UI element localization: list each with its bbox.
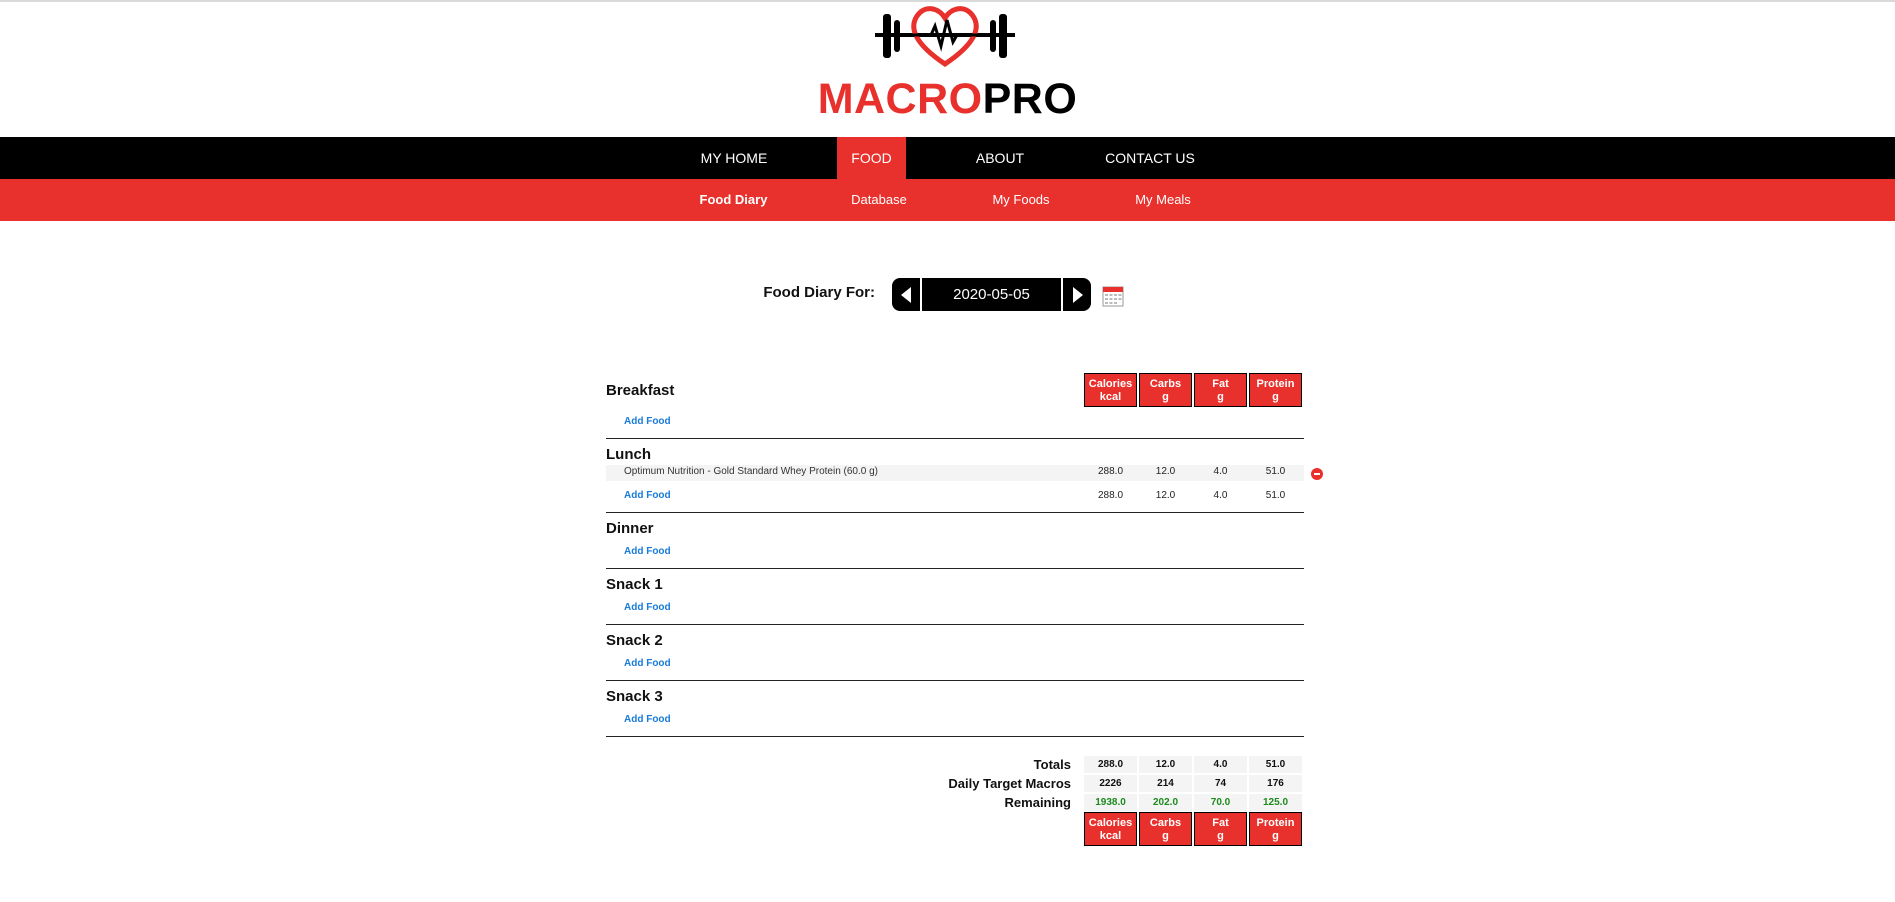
meal-title-lunch: Lunch: [606, 446, 651, 463]
diary-date-field[interactable]: 2020-05-05: [922, 278, 1061, 311]
nav-about[interactable]: ABOUT: [960, 137, 1040, 179]
lunch-subtotal-carbs: 12.0: [1155, 490, 1176, 501]
remaining-carbs: 202.0: [1139, 794, 1192, 811]
meal-divider: [606, 680, 1304, 681]
footer-column-fat: Fat g: [1194, 812, 1247, 846]
totals-fat: 4.0: [1194, 756, 1247, 773]
sub-nav: Food Diary Database My Foods My Meals: [0, 179, 1895, 221]
lunch-subtotal-fat: 4.0: [1213, 490, 1228, 501]
add-food-snack-2[interactable]: Add Food: [624, 658, 671, 669]
food-entry-protein: 51.0: [1265, 466, 1286, 477]
remaining-label: Remaining: [1004, 795, 1071, 810]
footer-column-protein: Protein g: [1249, 812, 1302, 846]
brand-name[interactable]: MACROPRO: [0, 74, 1895, 124]
nav-contact-us[interactable]: CONTACT US: [1100, 137, 1200, 179]
column-header-fat: Fat g: [1194, 373, 1247, 407]
subnav-database[interactable]: Database: [834, 179, 924, 221]
remaining-protein: 125.0: [1249, 794, 1302, 811]
column-header-calories: Calories kcal: [1084, 373, 1137, 407]
add-food-snack-3[interactable]: Add Food: [624, 714, 671, 725]
meal-title-dinner: Dinner: [606, 520, 654, 537]
food-entry-fat: 4.0: [1213, 466, 1228, 477]
totals-carbs: 12.0: [1139, 756, 1192, 773]
target-fat: 74: [1194, 775, 1247, 792]
food-entry-calories: 288.0: [1097, 466, 1124, 477]
nav-my-home[interactable]: MY HOME: [684, 137, 784, 179]
meal-divider: [606, 624, 1304, 625]
site-header: MACROPRO: [0, 0, 1895, 137]
meal-title-breakfast: Breakfast: [606, 382, 675, 399]
remove-food-icon[interactable]: [1311, 468, 1323, 480]
meal-title-snack-1: Snack 1: [606, 576, 663, 593]
subnav-my-foods[interactable]: My Foods: [976, 179, 1066, 221]
previous-day-button[interactable]: [892, 278, 920, 311]
meal-divider: [606, 438, 1304, 439]
add-food-dinner[interactable]: Add Food: [624, 546, 671, 557]
target-carbs: 214: [1139, 775, 1192, 792]
target-protein: 176: [1249, 775, 1302, 792]
meal-title-snack-2: Snack 2: [606, 632, 663, 649]
remaining-fat: 70.0: [1194, 794, 1247, 811]
add-food-snack-1[interactable]: Add Food: [624, 602, 671, 613]
lunch-subtotal-protein: 51.0: [1265, 490, 1286, 501]
totals-calories: 288.0: [1084, 756, 1137, 773]
calendar-icon[interactable]: [1102, 285, 1124, 307]
brand-name-black: PRO: [982, 75, 1078, 123]
column-header-protein: Protein g: [1249, 373, 1302, 407]
food-entry-carbs: 12.0: [1155, 466, 1176, 477]
footer-column-carbs: Carbs g: [1139, 812, 1192, 846]
meal-divider: [606, 736, 1304, 737]
subnav-my-meals[interactable]: My Meals: [1118, 179, 1208, 221]
nav-food[interactable]: FOOD: [837, 137, 906, 179]
subnav-food-diary[interactable]: Food Diary: [687, 179, 780, 221]
brand-name-red: MACRO: [817, 75, 983, 123]
column-header-carbs: Carbs g: [1139, 373, 1192, 407]
barbell-heart-icon: [875, 6, 1015, 68]
daily-target-label: Daily Target Macros: [948, 776, 1071, 791]
meal-title-snack-3: Snack 3: [606, 688, 663, 705]
footer-column-calories: Calories kcal: [1084, 812, 1137, 846]
add-food-lunch[interactable]: Add Food: [624, 490, 671, 501]
remaining-calories: 1938.0: [1084, 794, 1137, 811]
food-diary-for-label: Food Diary For:: [763, 284, 875, 301]
meal-divider: [606, 512, 1304, 513]
totals-label: Totals: [1033, 757, 1071, 772]
target-calories: 2226: [1084, 775, 1137, 792]
next-day-button[interactable]: [1063, 278, 1091, 311]
lunch-subtotal-calories: 288.0: [1097, 490, 1124, 501]
food-entry-name[interactable]: Optimum Nutrition - Gold Standard Whey P…: [624, 466, 878, 477]
totals-protein: 51.0: [1249, 756, 1302, 773]
main-nav: MY HOME FOOD ABOUT CONTACT US: [0, 137, 1895, 179]
add-food-breakfast[interactable]: Add Food: [624, 416, 671, 427]
meal-divider: [606, 568, 1304, 569]
